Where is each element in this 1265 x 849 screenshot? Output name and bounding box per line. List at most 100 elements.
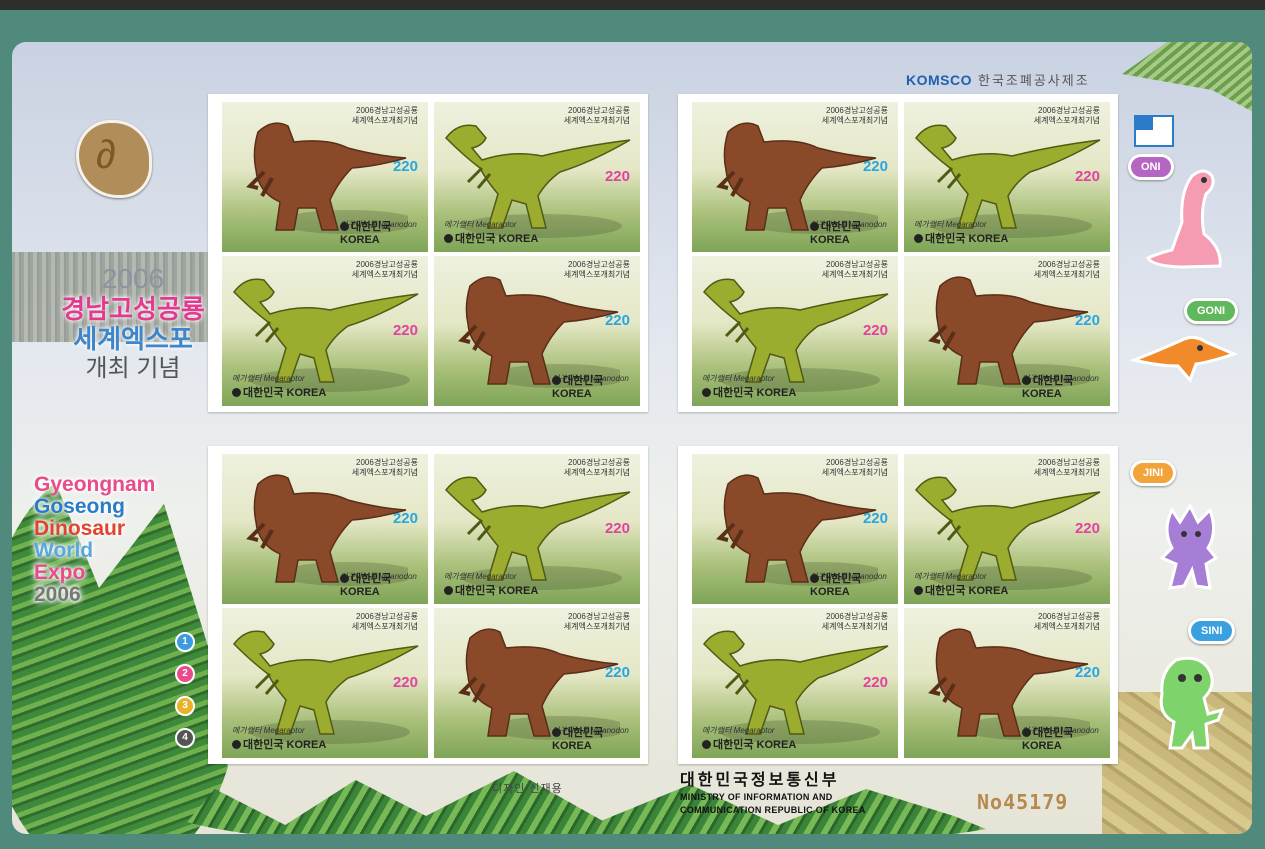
serial-number: No45179 xyxy=(977,790,1069,814)
iguanodon-stamp: 2006경남고성공룡 세계엑스포개최기념 220 이구아노돈 Iguanodon 대한민… xyxy=(222,102,428,252)
stamp-caption: 2006경남고성공룡 세계엑스포개최기념 xyxy=(821,458,888,477)
megaraptor-stamp: 2006경남고성공룡 세계엑스포개최기념 220 메가랩터 Megaraptor 대한민… xyxy=(222,256,428,406)
stamp-caption: 2006경남고성공룡 세계엑스포개최기념 xyxy=(563,106,630,125)
stamp-block: 2006경남고성공룡 세계엑스포개최기념 220 이구아노돈 Iguanodon 대한민… xyxy=(678,446,1118,764)
megaraptor-stamp: 2006경남고성공룡 세계엑스포개최기념 220 메가랩터 Megaraptor 대한민… xyxy=(222,608,428,758)
stamp-caption: 2006경남고성공룡 세계엑스포개최기념 xyxy=(1033,106,1100,125)
album-page: ∂ 2006 경남고성공룡 세계엑스포 개최 기념 Gyeongnam Gose… xyxy=(0,0,1265,849)
number-badge: 1 xyxy=(175,632,195,652)
stamp-price: 220 xyxy=(604,520,630,537)
iguanodon-stamp: 2006경남고성공룡 세계엑스포개최기념 220 이구아노돈 Iguanodon 대한민… xyxy=(904,256,1110,406)
stamp-country: 대한민국 KOREA xyxy=(810,570,898,598)
stamp-block: 2006경남고성공룡 세계엑스포개최기념 220 이구아노돈 Iguanodon 대한민… xyxy=(678,94,1118,412)
stamp-country: 대한민국 KOREA xyxy=(1022,724,1110,752)
character-label-sini: SINI xyxy=(1188,618,1236,644)
stamp-country: 대한민국 KOREA xyxy=(340,218,428,246)
iguanodon-stamp: 2006경남고성공룡 세계엑스포개최기념 220 이구아노돈 Iguanodon 대한민… xyxy=(434,608,640,758)
oni-character xyxy=(1145,169,1222,269)
stamp-species-name: 메가랩터 Megaraptor xyxy=(702,726,775,735)
komsco-korean: 한국조폐공사제조 xyxy=(978,73,1090,88)
stamp-country: 대한민국 KOREA xyxy=(444,230,538,246)
stamp-species-name: 메가랩터 Megaraptor xyxy=(914,220,987,229)
en-title-word: Goseong xyxy=(34,495,126,518)
stamp-caption: 2006경남고성공룡 세계엑스포개최기념 xyxy=(351,106,418,125)
stamp-price: 220 xyxy=(862,510,888,527)
stamp-price: 220 xyxy=(862,674,888,691)
stamp-species-name: 메가랩터 Megaraptor xyxy=(232,374,305,383)
number-badge: 2 xyxy=(175,664,195,684)
number-badge: 4 xyxy=(175,728,195,748)
stamp-caption: 2006경남고성공룡 세계엑스포개최기념 xyxy=(1033,612,1100,631)
iguanodon-stamp: 2006경남고성공룡 세계엑스포개최기념 220 이구아노돈 Iguanodon 대한민… xyxy=(222,454,428,604)
stamp-country: 대한민국 KOREA xyxy=(810,218,898,246)
stamp-species-name: 메가랩터 Megaraptor xyxy=(914,572,987,581)
stamp-price: 220 xyxy=(604,312,630,329)
stamp-price: 220 xyxy=(392,158,418,175)
iguanodon-stamp: 2006경남고성공룡 세계엑스포개최기념 220 이구아노돈 Iguanodon 대한민… xyxy=(692,102,898,252)
english-event-title: Gyeongnam Goseong Dinosaur World Expo 20… xyxy=(34,474,155,606)
jini-character xyxy=(1159,502,1219,590)
megaraptor-stamp: 2006경남고성공룡 세계엑스포개최기념 220 메가랩터 Megaraptor 대한민… xyxy=(904,102,1110,252)
designer-credit: 디자인 신재용 xyxy=(492,783,563,795)
stamp-price: 220 xyxy=(1074,520,1100,537)
event-year: 2006 xyxy=(101,263,165,294)
stamp-block: 2006경남고성공룡 세계엑스포개최기념 220 이구아노돈 Iguanodon 대한민… xyxy=(208,446,648,764)
stamp-caption: 2006경남고성공룡 세계엑스포개최기념 xyxy=(821,106,888,125)
stamp-country: 대한민국 KOREA xyxy=(914,582,1008,598)
event-title-line2: 세계엑스포 xyxy=(73,324,193,354)
stamp-caption: 2006경남고성공룡 세계엑스포개최기념 xyxy=(563,458,630,477)
komsco-logo: KOMSCO 한국조폐공사제조 xyxy=(906,70,1090,89)
stamp-country: 대한민국 KOREA xyxy=(914,230,1008,246)
iguanodon-stamp: 2006경남고성공룡 세계엑스포개최기념 220 이구아노돈 Iguanodon 대한민… xyxy=(904,608,1110,758)
stamp-species-name: 메가랩터 Megaraptor xyxy=(444,572,517,581)
stamp-price: 220 xyxy=(862,322,888,339)
stamp-country: 대한민국 KOREA xyxy=(232,384,326,400)
stamp-caption: 2006경남고성공룡 세계엑스포개최기념 xyxy=(821,260,888,279)
sini-character xyxy=(1159,656,1225,750)
stamp-caption: 2006경남고성공룡 세계엑스포개최기념 xyxy=(351,260,418,279)
stamp-country: 대한민국 KOREA xyxy=(340,570,428,598)
stamp-species-name: 메가랩터 Megaraptor xyxy=(702,374,775,383)
goni-character xyxy=(1130,335,1238,383)
stamp-price: 220 xyxy=(392,322,418,339)
stamp-caption: 2006경남고성공룡 세계엑스포개최기념 xyxy=(563,612,630,631)
fossil-stone-icon: ∂ xyxy=(76,120,152,198)
stamp-price: 220 xyxy=(1074,312,1100,329)
ministry-credit: 대한민국정보통신부 MINISTRY OF INFORMATION AND CO… xyxy=(680,772,866,817)
megaraptor-stamp: 2006경남고성공룡 세계엑스포개최기념 220 메가랩터 Megaraptor 대한민… xyxy=(434,102,640,252)
komsco-brand: KOMSCO xyxy=(906,72,972,88)
en-title-word: Expo xyxy=(34,561,86,584)
stamp-price: 220 xyxy=(1074,664,1100,681)
megaraptor-stamp: 2006경남고성공룡 세계엑스포개최기념 220 메가랩터 Megaraptor 대한민… xyxy=(434,454,640,604)
stamp-price: 220 xyxy=(862,158,888,175)
stamp-price: 220 xyxy=(392,674,418,691)
top-edge xyxy=(0,0,1265,10)
stamp-country: 대한민국 KOREA xyxy=(552,372,640,400)
iguanodon-stamp: 2006경남고성공룡 세계엑스포개최기념 220 이구아노돈 Iguanodon 대한민… xyxy=(692,454,898,604)
stamp-caption: 2006경남고성공룡 세계엑스포개최기념 xyxy=(821,612,888,631)
number-badges: 1 2 3 4 xyxy=(175,632,195,760)
stamp-price: 220 xyxy=(392,510,418,527)
number-badge: 3 xyxy=(175,696,195,716)
fern-bottom-decoration xyxy=(162,771,1042,834)
stamp-country: 대한민국 KOREA xyxy=(232,736,326,752)
stamp-country: 대한민국 KOREA xyxy=(552,724,640,752)
stamp-price: 220 xyxy=(604,168,630,185)
megaraptor-stamp: 2006경남고성공룡 세계엑스포개최기념 220 메가랩터 Megaraptor 대한민… xyxy=(904,454,1110,604)
stamp-species-name: 메가랩터 Megaraptor xyxy=(444,220,517,229)
en-title-word: 2006 xyxy=(34,583,81,606)
stamp-species-name: 메가랩터 Megaraptor xyxy=(232,726,305,735)
grid-logo-icon xyxy=(1134,115,1174,147)
palm-leaf-decoration xyxy=(1122,42,1252,122)
iguanodon-stamp: 2006경남고성공룡 세계엑스포개최기념 220 이구아노돈 Iguanodon 대한민… xyxy=(434,256,640,406)
stamp-country: 대한민국 KOREA xyxy=(702,736,796,752)
ministry-korean: 대한민국정보통신부 xyxy=(680,772,840,789)
stamp-caption: 2006경남고성공룡 세계엑스포개최기념 xyxy=(1033,458,1100,477)
stamp-price: 220 xyxy=(604,664,630,681)
ministry-english-line2: COMMUNICATION REPUBLIC OF KOREA xyxy=(680,805,866,815)
character-label-jini: JINI xyxy=(1130,460,1177,486)
stamp-sheet: ∂ 2006 경남고성공룡 세계엑스포 개최 기념 Gyeongnam Gose… xyxy=(12,42,1252,834)
stamp-country: 대한민국 KOREA xyxy=(1022,372,1110,400)
event-title-line3: 개최 기념 xyxy=(85,355,181,382)
megaraptor-stamp: 2006경남고성공룡 세계엑스포개최기념 220 메가랩터 Megaraptor 대한민… xyxy=(692,608,898,758)
